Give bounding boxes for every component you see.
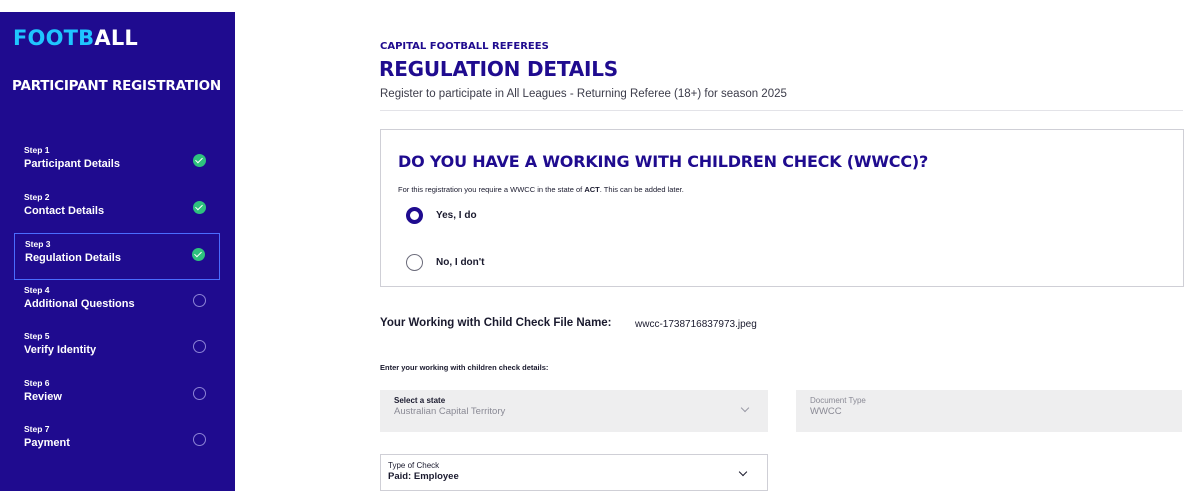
empty-circle-icon bbox=[193, 433, 206, 446]
empty-circle-icon bbox=[193, 340, 206, 353]
page-subtitle: Register to participate in All Leagues -… bbox=[380, 88, 787, 100]
sidebar-step-6[interactable]: Step 6 Review bbox=[14, 373, 220, 420]
document-type-field: Document Type WWCC bbox=[796, 390, 1182, 432]
step-label: Participant Details bbox=[24, 158, 120, 170]
logo: FOOTBALL bbox=[13, 26, 138, 50]
check-circle-icon bbox=[193, 154, 206, 167]
wwcc-question-card: DO YOU HAVE A WORKING WITH CHILDREN CHEC… bbox=[380, 129, 1184, 287]
step-number: Step 5 bbox=[24, 331, 50, 341]
wwcc-note: For this registration you require a WWCC… bbox=[398, 185, 684, 194]
note-text: For this registration you require a WWCC… bbox=[398, 185, 585, 194]
check-type-value: Paid: Employee bbox=[388, 471, 459, 482]
step-number: Step 4 bbox=[24, 284, 50, 295]
step-label: Review bbox=[24, 390, 62, 403]
empty-circle-icon bbox=[193, 293, 206, 307]
step-label: Payment bbox=[24, 437, 70, 449]
details-intro: Enter your working with children check d… bbox=[380, 363, 549, 372]
divider bbox=[380, 110, 1183, 111]
registration-page: FOOTBALL PARTICIPANT REGISTRATION Step 1… bbox=[0, 0, 1204, 491]
logo-accent: FOOTB bbox=[13, 26, 95, 50]
wwcc-question: DO YOU HAVE A WORKING WITH CHILDREN CHEC… bbox=[398, 152, 929, 171]
radio-unselected-icon[interactable] bbox=[406, 254, 423, 271]
sidebar-step-7[interactable]: Step 7 Payment bbox=[14, 419, 220, 466]
step-number: Step 6 bbox=[24, 377, 50, 388]
sidebar-step-4[interactable]: Step 4 Additional Questions bbox=[14, 280, 220, 327]
document-type-value: WWCC bbox=[810, 406, 842, 417]
page-title: REGULATION DETAILS bbox=[379, 57, 618, 81]
state-select[interactable]: Select a state Australian Capital Territ… bbox=[380, 390, 768, 432]
main-content: CAPITAL FOOTBALL REFEREES REGULATION DET… bbox=[235, 0, 1204, 491]
step-number: Step 3 bbox=[25, 239, 51, 249]
note-text-end: . This can be added later. bbox=[599, 185, 684, 194]
check-type-select[interactable]: Type of Check Paid: Employee bbox=[380, 454, 768, 491]
sidebar-step-1[interactable]: Step 1 Participant Details bbox=[14, 140, 220, 187]
step-label: Additional Questions bbox=[24, 297, 135, 310]
logo-rest: ALL bbox=[94, 26, 139, 50]
check-type-caption: Type of Check bbox=[388, 461, 440, 470]
step-label: Verify Identity bbox=[24, 344, 97, 356]
empty-circle-icon bbox=[193, 386, 206, 400]
step-number: Step 7 bbox=[24, 424, 50, 434]
step-label: Regulation Details bbox=[25, 252, 121, 264]
radio-label-no: No, I don't bbox=[436, 257, 485, 268]
check-circle-icon bbox=[192, 248, 205, 261]
step-number: Step 2 bbox=[24, 191, 50, 202]
radio-option-no[interactable]: No, I don't bbox=[406, 254, 484, 271]
radio-option-yes[interactable]: Yes, I do bbox=[406, 207, 477, 224]
step-number: Step 1 bbox=[24, 145, 50, 155]
check-circle-icon bbox=[193, 200, 206, 214]
sidebar-step-5[interactable]: Step 5 Verify Identity bbox=[14, 326, 220, 373]
sidebar-title: PARTICIPANT REGISTRATION bbox=[12, 78, 222, 94]
sidebar-step-3[interactable]: Step 3 Regulation Details bbox=[14, 233, 220, 280]
state-select-value: Australian Capital Territory bbox=[394, 406, 506, 417]
radio-selected-icon[interactable] bbox=[406, 207, 423, 224]
sidebar: FOOTBALL PARTICIPANT REGISTRATION Step 1… bbox=[0, 12, 235, 491]
document-type-caption: Document Type bbox=[810, 396, 866, 405]
sidebar-step-2[interactable]: Step 2 Contact Details bbox=[14, 187, 220, 234]
note-state: ACT bbox=[584, 185, 600, 194]
organisation-name: CAPITAL FOOTBALL REFEREES bbox=[380, 41, 549, 52]
state-select-caption: Select a state bbox=[394, 396, 446, 405]
file-name-value: wwcc-1738716837973.jpeg bbox=[635, 319, 757, 330]
step-label: Contact Details bbox=[24, 204, 105, 217]
radio-label-yes: Yes, I do bbox=[436, 210, 477, 221]
file-name-label: Your Working with Child Check File Name: bbox=[380, 317, 612, 329]
step-list: Step 1 Participant Details Step 2 Contac… bbox=[14, 140, 220, 466]
